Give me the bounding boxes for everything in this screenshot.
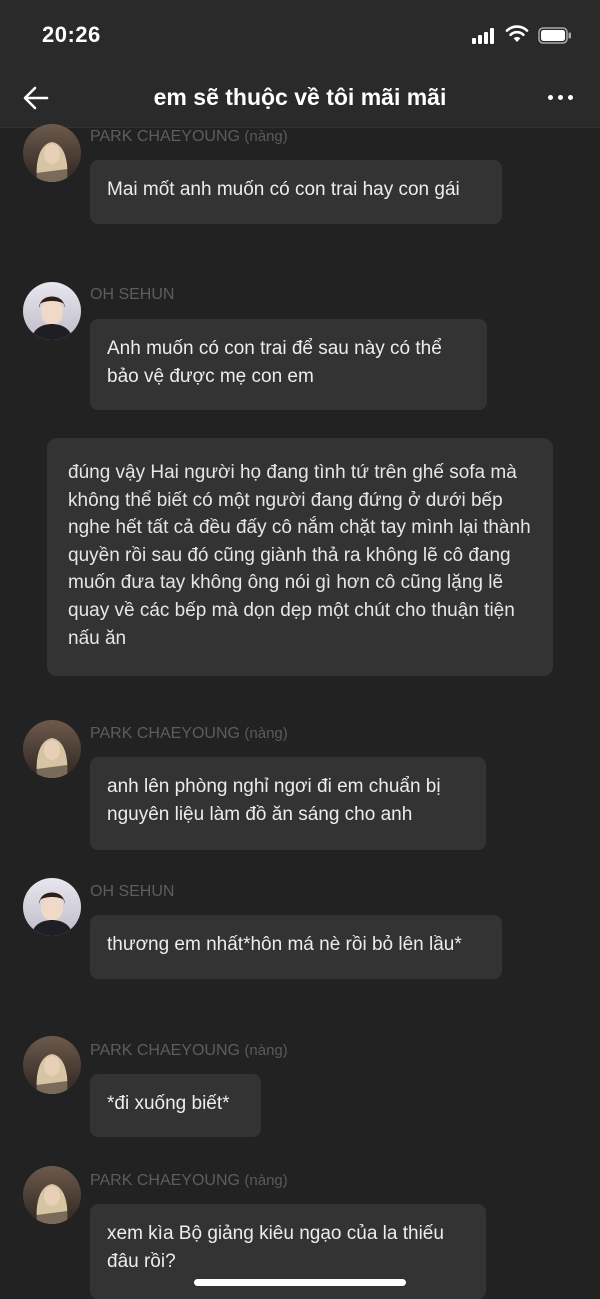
sender-name: PARK CHAEYOUNG (nàng)	[90, 725, 288, 743]
sender-tag: (nàng)	[244, 1172, 288, 1189]
message-bubble: Mai mốt anh muốn có con trai hay con gái	[90, 160, 502, 224]
avatar[interactable]	[23, 1166, 81, 1224]
avatar[interactable]	[23, 878, 81, 936]
message-bubble: anh lên phòng nghỉ ngơi đi em chuẩn bị n…	[90, 757, 486, 850]
sender-name: PARK CHAEYOUNG (nàng)	[90, 1042, 288, 1060]
message-bubble: Anh muốn có con trai để sau này có thể b…	[90, 319, 487, 410]
story-title: em sẽ thuộc về tôi mãi mãi	[153, 84, 447, 110]
sender-tag: (nàng)	[244, 725, 288, 742]
message-bubble: *đi xuống biết*	[90, 1074, 261, 1137]
sender-name-text: PARK CHAEYOUNG	[90, 725, 240, 742]
status-time: 20:26	[42, 22, 101, 47]
status-bar: 20:26	[0, 0, 600, 72]
avatar[interactable]	[23, 1036, 81, 1094]
sender-name: OH SEHUN	[90, 286, 174, 304]
nav-bar: em sẽ thuộc về tôi mãi mãi	[0, 72, 600, 128]
sender-name: PARK CHAEYOUNG (nàng)	[90, 1172, 288, 1190]
avatar[interactable]	[23, 282, 81, 340]
sender-name-text: PARK CHAEYOUNG	[90, 128, 240, 145]
sender-name: OH SEHUN	[90, 883, 174, 901]
avatar[interactable]	[23, 720, 81, 778]
sender-tag: (nàng)	[244, 1042, 288, 1059]
cellular-signal-icon	[472, 28, 498, 44]
arrow-left-icon[interactable]	[20, 82, 52, 114]
message-bubble: thương em nhất*hôn má nè rồi bỏ lên lầu*	[90, 915, 502, 979]
sender-name: PARK CHAEYOUNG (nàng)	[90, 128, 288, 146]
home-indicator[interactable]	[194, 1279, 406, 1286]
sender-name-text: PARK CHAEYOUNG	[90, 1042, 240, 1059]
more-horizontal-icon[interactable]	[544, 86, 576, 110]
sender-tag: (nàng)	[244, 128, 288, 145]
sender-name-text: PARK CHAEYOUNG	[90, 1172, 240, 1189]
sender-name-text: OH SEHUN	[90, 883, 175, 900]
chat-screen: 20:26 em sẽ thuộc về tôi mãi mãi PARK CH…	[0, 0, 600, 1299]
battery-icon	[538, 27, 571, 44]
sender-name-text: OH SEHUN	[90, 286, 175, 303]
wifi-icon	[505, 25, 529, 42]
avatar[interactable]	[23, 124, 81, 182]
narration-block: đúng vậy Hai người họ đang tình tứ trên …	[47, 438, 553, 676]
